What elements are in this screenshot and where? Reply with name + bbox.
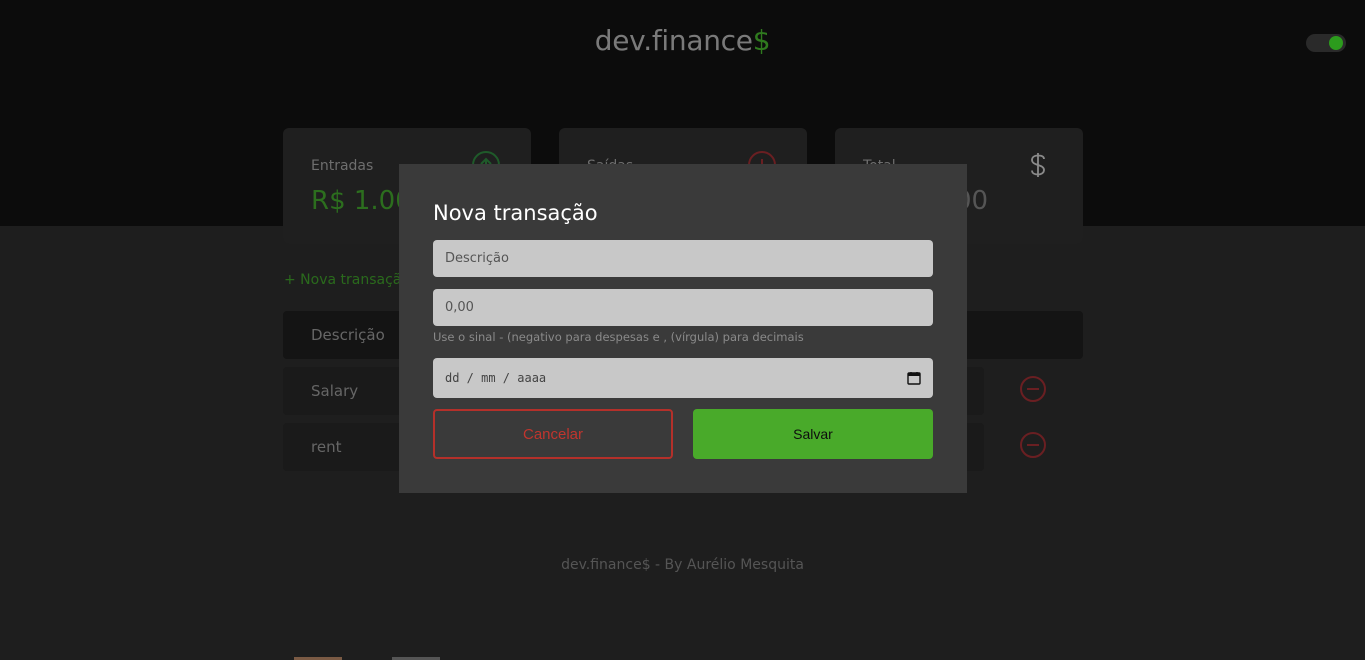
column-description: Descrição bbox=[311, 326, 385, 344]
footer: dev.finance$ - By Aurélio Mesquita bbox=[561, 557, 804, 573]
remove-transaction-icon[interactable] bbox=[1019, 431, 1047, 459]
card-label: Entradas bbox=[311, 158, 374, 174]
amount-help-text: Use o sinal - (negativo para despesas e … bbox=[433, 330, 804, 344]
row-description: Salary bbox=[311, 382, 359, 400]
toggle-knob bbox=[1329, 36, 1343, 50]
new-transaction-modal: Nova transação Descrição 0,00 Use o sina… bbox=[399, 164, 967, 493]
dollar-sign-icon bbox=[1031, 153, 1045, 177]
amount-input[interactable]: 0,00 bbox=[433, 289, 933, 326]
row-description: rent bbox=[311, 438, 342, 456]
modal-title: Nova transação bbox=[433, 201, 598, 225]
amount-placeholder: 0,00 bbox=[445, 300, 474, 315]
card-value: R$ 1.00 bbox=[311, 186, 412, 216]
description-input[interactable]: Descrição bbox=[433, 240, 933, 277]
cancel-button[interactable]: Cancelar bbox=[433, 409, 673, 459]
calendar-icon[interactable] bbox=[907, 371, 921, 385]
remove-transaction-icon[interactable] bbox=[1019, 375, 1047, 403]
save-button[interactable]: Salvar bbox=[693, 409, 933, 459]
date-input[interactable]: dd / mm / aaaa bbox=[433, 358, 933, 398]
app-logo: dev.finance$ bbox=[594, 24, 771, 57]
description-placeholder: Descrição bbox=[445, 251, 509, 266]
new-transaction-link[interactable]: + Nova transaçã bbox=[284, 272, 401, 288]
date-placeholder: dd / mm / aaaa bbox=[445, 371, 547, 385]
theme-toggle[interactable] bbox=[1306, 34, 1346, 52]
